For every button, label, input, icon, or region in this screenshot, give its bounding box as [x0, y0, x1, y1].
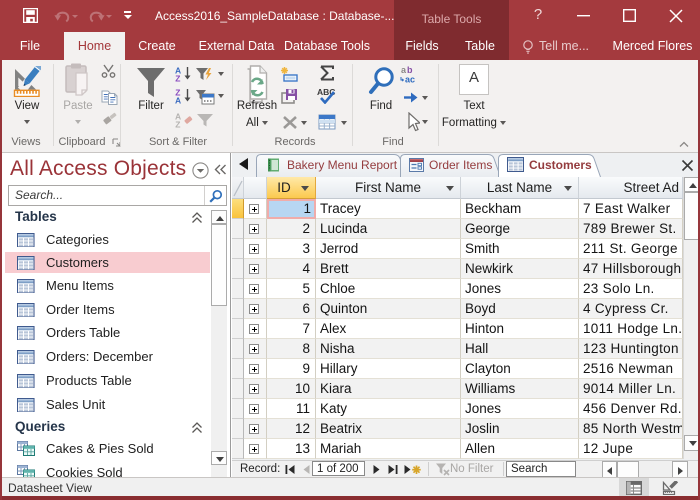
svg-text:A: A: [175, 96, 181, 105]
svg-text:Z: Z: [175, 120, 180, 129]
svg-text:ac: ac: [405, 75, 415, 85]
svg-text:Z: Z: [175, 74, 180, 83]
svg-text:b: b: [407, 65, 413, 75]
